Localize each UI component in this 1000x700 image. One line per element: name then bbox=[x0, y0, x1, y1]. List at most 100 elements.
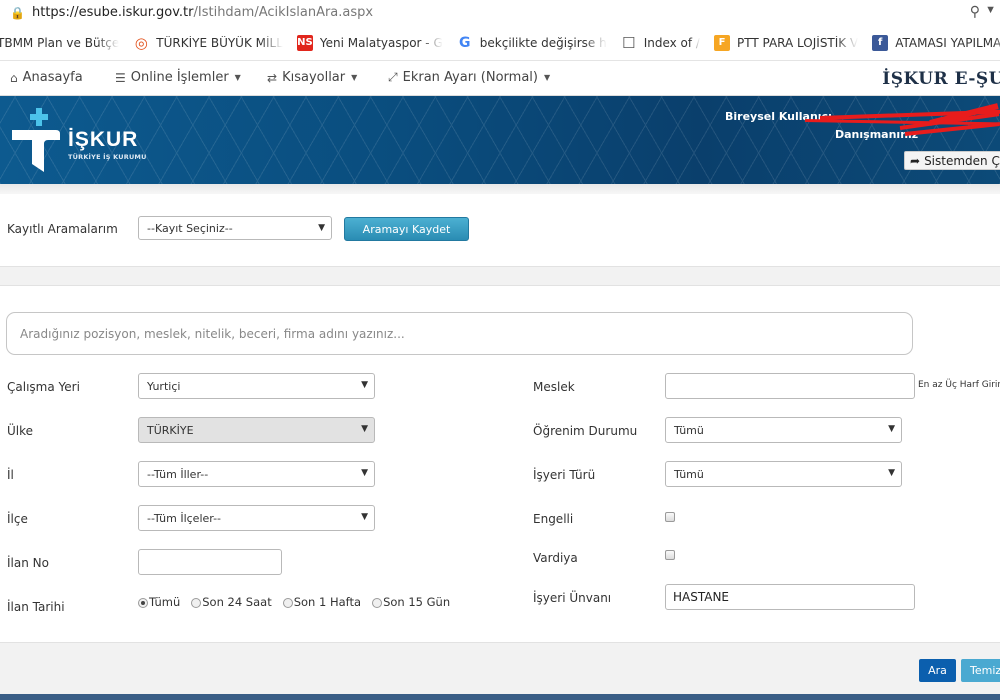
nav-shortcuts[interactable]: ⇄ Kısayollar ▼ bbox=[267, 70, 357, 85]
city-label: İl bbox=[7, 468, 14, 482]
bookmark-label: TÜRKİYE BÜYÜK MİLL bbox=[156, 35, 283, 50]
caret-down-icon: ▼ bbox=[234, 73, 241, 82]
bookmark-item[interactable]: ☐ Index of / bbox=[621, 34, 700, 52]
bookmark-item[interactable]: ◎ TÜRKİYE BÜYÜK MİLL bbox=[133, 33, 283, 52]
listing-no-input[interactable] bbox=[138, 549, 282, 575]
shift-checkbox[interactable] bbox=[665, 550, 675, 560]
district-label: İlçe bbox=[7, 512, 28, 526]
date-option-label: Tümü bbox=[149, 595, 181, 609]
bookmark-item[interactable]: Gbekçilikte değişirse h bbox=[457, 35, 607, 51]
employer-type-value: Tümü bbox=[674, 467, 704, 481]
banner-shadow bbox=[0, 184, 1000, 194]
date-option-label: Son 15 Gün bbox=[383, 595, 451, 609]
country-value: TÜRKİYE bbox=[147, 423, 194, 437]
brand-title: İŞKUR E-ŞU bbox=[882, 69, 1000, 89]
chevron-down-icon[interactable]: ▼ bbox=[985, 4, 996, 16]
bookmark-item[interactable]: f ATAMASI YAPILMAYA bbox=[872, 34, 1000, 51]
dropdown-arrow-icon: ▼ bbox=[361, 512, 368, 522]
employer-title-label: İşyeri Ünvanı bbox=[533, 591, 612, 605]
radio-icon bbox=[372, 598, 383, 608]
clear-button[interactable]: Temizle bbox=[961, 659, 1000, 682]
listing-date-label: İlan Tarihi bbox=[7, 600, 65, 614]
district-select[interactable]: --Tüm İlçeler-- ▼ bbox=[138, 505, 375, 531]
nav-online-operations[interactable]: ☰ Online İşlemler ▼ bbox=[115, 70, 241, 85]
bookmarks-bar: TBMM Plan ve Bütçe ◎ TÜRKİYE BÜYÜK MİLL NS Y… bbox=[0, 25, 1000, 61]
date-option-radio[interactable]: Son 24 Saat bbox=[191, 595, 272, 609]
section-divider bbox=[0, 266, 1000, 286]
date-option-radio[interactable]: Tümü bbox=[138, 595, 180, 609]
app-navbar: ⌂ Anasayfa ☰ Online İşlemler ▼ ⇄ Kısayol… bbox=[0, 61, 1000, 96]
listing-date-radio-group: Tümü Son 24 Saat Son 1 Hafta Son 15 Gün bbox=[138, 595, 461, 609]
address-bar[interactable]: 🔒 https://esube.iskur.gov.tr/Istihdam/Ac… bbox=[0, 0, 1000, 25]
bookmark-label: Index of / bbox=[643, 35, 700, 50]
city-select[interactable]: --Tüm İller-- ▼ bbox=[138, 461, 375, 487]
tbmm-seal-icon: ◎ bbox=[134, 33, 148, 52]
date-option-radio[interactable]: Son 1 Hafta bbox=[282, 595, 362, 609]
nav-online-label: Online İşlemler bbox=[130, 70, 229, 85]
nav-home-label: Anasayfa bbox=[22, 70, 83, 85]
malatyaspor-icon: NS bbox=[296, 34, 313, 51]
caret-down-icon: ▼ bbox=[351, 73, 358, 82]
nav-shortcuts-label: Kısayollar bbox=[282, 70, 346, 85]
nav-screen-settings[interactable]: ⤢ Ekran Ayarı (Normal) ▼ bbox=[388, 70, 550, 85]
share-arrow-icon: ➦ bbox=[910, 153, 921, 168]
dropdown-arrow-icon: ▼ bbox=[888, 468, 895, 478]
country-select: TÜRKİYE ▼ bbox=[138, 417, 375, 443]
date-option-label: Son 24 Saat bbox=[202, 595, 272, 609]
work-place-value: Yurtiçi bbox=[147, 379, 181, 393]
logo-subtitle: TÜRKİYE İŞ KURUMU bbox=[68, 153, 147, 161]
bookmark-item[interactable]: NS Yeni Malatyaspor - G bbox=[296, 34, 443, 51]
bookmark-label: Yeni Malatyaspor - G bbox=[319, 35, 443, 50]
action-bar bbox=[0, 642, 1000, 694]
profession-label: Meslek bbox=[533, 380, 575, 394]
shuffle-icon: ⇄ bbox=[267, 70, 278, 85]
url-text[interactable]: https://esube.iskur.gov.tr/Istihdam/Acik… bbox=[32, 5, 373, 20]
save-search-button[interactable]: Aramayı Kaydet bbox=[344, 217, 469, 241]
radio-icon bbox=[191, 598, 202, 608]
radio-icon bbox=[138, 598, 148, 608]
header-banner: İŞKUR TÜRKİYE İŞ KURUMU Bireysel Kullanı… bbox=[0, 96, 1000, 184]
education-select[interactable]: Tümü ▼ bbox=[665, 417, 902, 443]
saved-search-select[interactable]: --Kayıt Seçiniz-- ▼ bbox=[138, 216, 332, 240]
expand-icon: ⤢ bbox=[388, 70, 398, 84]
zoom-icon[interactable]: ⚲ bbox=[970, 3, 980, 20]
search-button[interactable]: Ara bbox=[919, 659, 956, 682]
saved-searches-label: Kayıtlı Aramalarım bbox=[7, 222, 118, 236]
list-icon: ☰ bbox=[115, 70, 126, 85]
work-place-select[interactable]: Yurtiçi ▼ bbox=[138, 373, 375, 399]
employer-title-input[interactable]: HASTANE bbox=[665, 584, 915, 610]
employer-title-value: HASTANE bbox=[673, 590, 730, 604]
dropdown-arrow-icon: ▼ bbox=[318, 223, 325, 233]
bookmark-label: bekçilikte değişirse h bbox=[479, 35, 607, 50]
disabled-checkbox[interactable] bbox=[665, 512, 675, 522]
dropdown-arrow-icon: ▼ bbox=[888, 424, 895, 434]
education-label: Öğrenim Durumu bbox=[533, 424, 638, 438]
bookmark-item[interactable]: F PTT PARA LOJİSTİK V bbox=[713, 34, 858, 51]
profession-input[interactable] bbox=[665, 373, 915, 399]
caret-down-icon: ▼ bbox=[543, 73, 551, 82]
logout-label: Sistemden Ç bbox=[924, 153, 1000, 168]
nav-screen-label: Ekran Ayarı (Normal) bbox=[402, 70, 538, 85]
google-icon: G bbox=[459, 34, 471, 51]
listing-no-label: İlan No bbox=[7, 556, 49, 570]
shift-label: Vardiya bbox=[533, 551, 578, 565]
country-label: Ülke bbox=[7, 424, 34, 438]
logout-button[interactable]: ➦ Sistemden Ç bbox=[904, 151, 1000, 170]
url-host: https://esube.iskur.gov.tr bbox=[32, 5, 194, 20]
url-path: /Istihdam/AcikIslanAra.aspx bbox=[193, 5, 374, 20]
dropdown-arrow-icon: ▼ bbox=[361, 424, 368, 434]
district-value: --Tüm İlçeler-- bbox=[147, 511, 222, 525]
lock-icon: 🔒 bbox=[10, 5, 25, 20]
bookmark-item[interactable]: TBMM Plan ve Bütçe bbox=[0, 36, 119, 50]
employer-type-select[interactable]: Tümü ▼ bbox=[665, 461, 902, 487]
footer-bar bbox=[0, 694, 1000, 700]
dropdown-arrow-icon: ▼ bbox=[361, 468, 368, 478]
logo-text: İŞKUR bbox=[68, 128, 139, 151]
home-icon: ⌂ bbox=[10, 70, 18, 85]
date-option-radio[interactable]: Son 15 Gün bbox=[372, 595, 450, 609]
bookmark-label: ATAMASI YAPILMAYA bbox=[895, 35, 1000, 50]
saved-search-value: --Kayıt Seçiniz-- bbox=[147, 221, 233, 235]
nav-home[interactable]: ⌂ Anasayfa bbox=[10, 70, 83, 85]
date-option-label: Son 1 Hafta bbox=[293, 595, 362, 609]
keyword-search-input[interactable]: Aradığınız pozisyon, meslek, nitelik, be… bbox=[6, 312, 913, 355]
